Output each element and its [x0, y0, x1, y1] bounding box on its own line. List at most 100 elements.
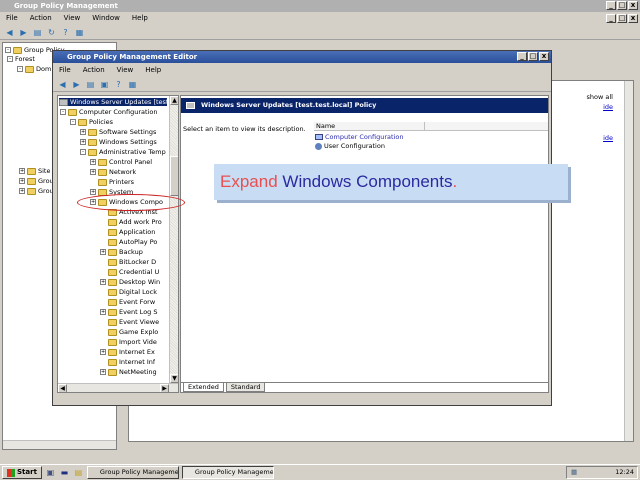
quicklaunch-powershell-icon[interactable]: ▬: [59, 468, 70, 478]
network-icon[interactable]: ▦: [571, 467, 577, 478]
editor-tree-item[interactable]: - Administrative Temp: [80, 148, 166, 156]
outer-link-1[interactable]: ide: [603, 103, 613, 111]
refresh-icon[interactable]: ↻: [46, 28, 57, 38]
outer-titlebar[interactable]: Group Policy Management _ □ x: [0, 0, 640, 12]
tab-extended[interactable]: Extended: [183, 383, 224, 392]
editor-tree-item[interactable]: Import Vide: [100, 338, 157, 346]
editor-menu-help[interactable]: Help: [145, 65, 161, 76]
expand-icon[interactable]: +: [80, 129, 86, 135]
expand-icon[interactable]: +: [100, 249, 106, 255]
outer-tree-item[interactable]: - Dom: [17, 65, 51, 73]
editor-tree-item[interactable]: BitLocker D: [100, 258, 156, 266]
editor-titlebar[interactable]: Group Policy Management Editor _ □ x: [53, 51, 551, 63]
editor-help-icon[interactable]: ?: [113, 80, 124, 90]
scroll-up-arrow[interactable]: ▲: [170, 96, 178, 105]
editor-tree-item[interactable]: Digital Lock: [100, 288, 157, 296]
outer-tree-hscroll[interactable]: [3, 440, 116, 449]
taskbar-button-gpm[interactable]: Group Policy Management: [86, 466, 179, 479]
scroll-left-arrow[interactable]: ◀: [58, 384, 67, 392]
expand-icon[interactable]: +: [90, 159, 96, 165]
editor-tree-item[interactable]: + Event Log S: [100, 308, 158, 316]
editor-console-icon[interactable]: ▦: [127, 80, 138, 90]
forward-icon[interactable]: ▶: [18, 28, 29, 38]
expand-icon[interactable]: +: [100, 279, 106, 285]
expand-icon[interactable]: +: [100, 309, 106, 315]
expand-icon[interactable]: +: [90, 169, 96, 175]
editor-tree-item[interactable]: + Control Panel: [90, 158, 152, 166]
expand-icon[interactable]: +: [100, 349, 106, 355]
collapse-icon[interactable]: -: [80, 149, 86, 155]
outer-link-2[interactable]: ide: [603, 134, 613, 142]
outer-menu-file[interactable]: File: [6, 13, 18, 24]
quicklaunch-explorer-icon[interactable]: ▤: [73, 468, 84, 478]
editor-tree-item[interactable]: - Computer Configuration: [60, 108, 157, 116]
outer-tree-item[interactable]: + Grou: [19, 187, 54, 195]
editor-properties-icon[interactable]: ▣: [99, 80, 110, 90]
doc-close-button[interactable]: x: [628, 14, 638, 23]
column-divider[interactable]: [424, 122, 425, 131]
help-icon[interactable]: ?: [60, 28, 71, 38]
console-icon[interactable]: ▦: [74, 28, 85, 38]
name-column-header[interactable]: Name: [314, 122, 335, 130]
quicklaunch-server-icon[interactable]: ▣: [45, 468, 56, 478]
editor-tree-item[interactable]: + Backup: [100, 248, 143, 256]
tab-standard[interactable]: Standard: [225, 383, 266, 392]
editor-tree-item[interactable]: + Network: [90, 168, 136, 176]
editor-tree-item[interactable]: + Internet Ex: [100, 348, 155, 356]
outer-menu-action[interactable]: Action: [30, 13, 52, 24]
start-button[interactable]: Start: [2, 466, 42, 479]
scroll-thumb[interactable]: [170, 156, 178, 196]
outer-content-vscroll[interactable]: [624, 81, 633, 441]
editor-tree-item[interactable]: Application: [100, 228, 155, 236]
outer-tree-item[interactable]: + Site: [19, 167, 50, 175]
editor-tree-vscroll[interactable]: ▲ ▼: [169, 96, 178, 383]
maximize-button[interactable]: □: [617, 1, 627, 10]
editor-close-button[interactable]: x: [539, 52, 549, 61]
editor-tree-item[interactable]: AutoPlay Po: [100, 238, 157, 246]
show-all-link[interactable]: show all: [587, 93, 613, 101]
expand-icon[interactable]: +: [80, 139, 86, 145]
list-item-user-configuration[interactable]: User Configuration: [315, 142, 385, 150]
items-list-header[interactable]: Name: [314, 122, 548, 131]
editor-tree-item[interactable]: Game Explo: [100, 328, 158, 336]
editor-back-icon[interactable]: ◀: [57, 80, 68, 90]
outer-tree-item[interactable]: + Grou: [19, 177, 54, 185]
editor-tree-item[interactable]: + NetMeeting: [100, 368, 157, 376]
editor-menu-action[interactable]: Action: [83, 65, 105, 76]
editor-tree-item[interactable]: Printers: [90, 178, 134, 186]
editor-maximize-button[interactable]: □: [528, 52, 538, 61]
editor-tree-item[interactable]: Internet Inf: [100, 358, 155, 366]
scroll-down-arrow[interactable]: ▼: [170, 374, 178, 383]
expand-icon[interactable]: +: [90, 189, 96, 195]
outer-menu-window[interactable]: Window: [92, 13, 120, 24]
editor-menu-file[interactable]: File: [59, 65, 71, 76]
tree-root-gpo[interactable]: Windows Server Updates [test: [59, 98, 167, 106]
editor-forward-icon[interactable]: ▶: [71, 80, 82, 90]
editor-tree-item[interactable]: - Policies: [70, 118, 113, 126]
editor-tree-item[interactable]: Add work Pro: [100, 218, 162, 226]
minimize-button[interactable]: _: [606, 1, 616, 10]
collapse-icon[interactable]: -: [60, 109, 66, 115]
expand-icon[interactable]: +: [100, 369, 106, 375]
doc-minimize-button[interactable]: _: [606, 14, 616, 23]
back-icon[interactable]: ◀: [4, 28, 15, 38]
editor-tree-item[interactable]: Credential U: [100, 268, 159, 276]
up-icon[interactable]: ▤: [32, 28, 43, 38]
collapse-icon[interactable]: -: [70, 119, 76, 125]
editor-tree-item[interactable]: Event Forw: [100, 298, 155, 306]
editor-tree-hscroll[interactable]: ◀ ▶: [58, 383, 178, 392]
scroll-right-arrow[interactable]: ▶: [160, 384, 169, 392]
doc-restore-button[interactable]: □: [617, 14, 627, 23]
taskbar-button-gpme[interactable]: Group Policy Manageme...: [181, 466, 274, 479]
outer-menu-view[interactable]: View: [64, 13, 81, 24]
editor-up-icon[interactable]: ▤: [85, 80, 96, 90]
editor-tree-item[interactable]: + Software Settings: [80, 128, 156, 136]
editor-tree-item[interactable]: + Windows Settings: [80, 138, 157, 146]
editor-menu-view[interactable]: View: [117, 65, 134, 76]
outer-tree-item[interactable]: - Forest: [7, 55, 35, 63]
outer-menu-help[interactable]: Help: [132, 13, 148, 24]
list-item-computer-configuration[interactable]: Computer Configuration: [315, 133, 403, 141]
editor-minimize-button[interactable]: _: [517, 52, 527, 61]
editor-tree-item[interactable]: Event Viewe: [100, 318, 159, 326]
editor-tree-item[interactable]: + Desktop Win: [100, 278, 160, 286]
